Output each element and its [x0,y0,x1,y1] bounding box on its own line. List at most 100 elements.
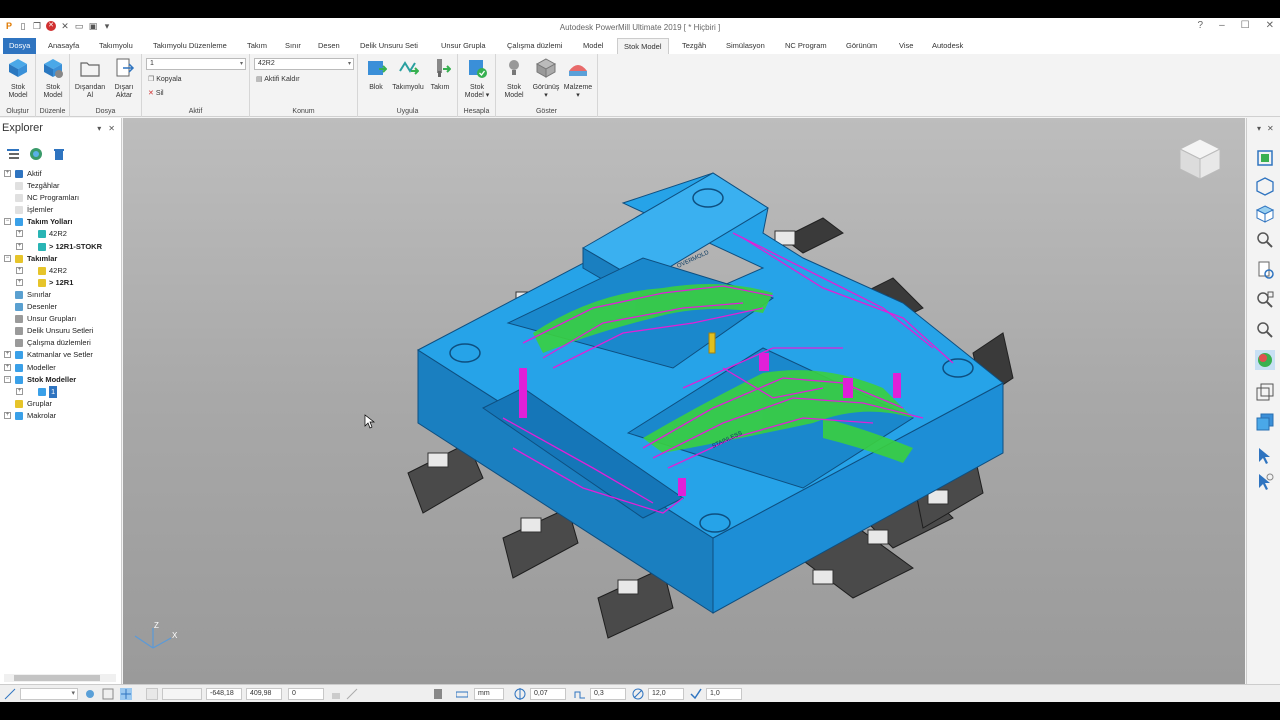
lock-icon[interactable] [330,688,342,700]
view-cube-icon[interactable] [1255,204,1275,224]
tree-item[interactable]: + Makrolar [0,410,122,422]
edit-stock-model-button[interactable]: Stok Model [37,57,69,100]
tree-item[interactable]: Gruplar [0,398,122,410]
factor-field[interactable]: 1,0 [706,688,742,700]
scrollbar-thumb[interactable] [14,675,100,681]
mold-model-render[interactable]: OVERMOLD STAINLESS Z X [123,118,1245,684]
import-button[interactable]: Dışarıdan Al [74,57,106,100]
tree-view-icon[interactable] [6,147,20,161]
measure-icon[interactable] [346,688,358,700]
coord-x-field[interactable]: -648,18 [206,688,242,700]
tab-13[interactable]: Simülasyon [720,38,771,54]
tree-expander-icon[interactable]: − [4,218,11,226]
tab-1[interactable]: Anasayfa [42,38,85,54]
tab-17[interactable]: Autodesk [926,38,969,54]
tolerance-field[interactable]: 0,07 [530,688,566,700]
tree-item[interactable]: − Takım Yolları [0,216,122,228]
select-icon[interactable] [1255,446,1275,466]
workplane-icon[interactable] [120,688,132,700]
tree-item[interactable]: + > 12R1 [0,277,122,289]
tab-16[interactable]: Vise [893,38,919,54]
tree-expander-icon[interactable]: + [4,363,11,371]
tree-item[interactable]: NC Programları [0,192,122,204]
stepover-field[interactable]: 0,3 [590,688,626,700]
ruler-icon[interactable] [456,688,468,700]
select-undo-icon[interactable] [1255,472,1275,492]
material-button[interactable]: Malzeme ▾ [562,57,594,100]
tree-expander-icon[interactable]: + [4,411,11,419]
status-blank-field[interactable] [162,688,202,700]
tree-item[interactable]: Desenler [0,301,122,313]
explorer-pin-button[interactable]: ▾ [97,124,101,133]
tree-item[interactable]: Sınırlar [0,289,122,301]
tree-item[interactable]: Unsur Grupları [0,313,122,325]
tree-expander-icon[interactable]: + [16,266,23,274]
zoom-refresh-icon[interactable] [1255,230,1275,250]
status-toggle[interactable] [146,688,158,700]
help-button[interactable]: ? [1198,20,1204,31]
maximize-button[interactable]: ☐ [1241,20,1250,31]
apply-block-button[interactable]: Blok [360,57,392,92]
tab-0[interactable]: Dosya [3,38,37,54]
tree-item[interactable]: Delik Unsuru Setleri [0,325,122,337]
tree-item[interactable]: +42R2 [0,265,122,277]
view-cube[interactable] [1175,134,1225,184]
3d-viewport[interactable]: OVERMOLD STAINLESS Z X [123,118,1245,684]
grid-icon[interactable] [102,688,114,700]
view-toolbar-close[interactable]: ✕ [1267,124,1274,133]
close-button[interactable]: ✕ [1266,20,1274,31]
trash-icon[interactable] [52,147,66,161]
tree-item[interactable]: − Takımlar [0,253,122,265]
apply-tool-button[interactable]: Takım [424,57,456,92]
zoom-box-icon[interactable] [1255,290,1275,310]
active-stock-select[interactable]: 1 ▾ [146,58,246,70]
tree-item[interactable]: +1 [0,385,122,398]
tab-8[interactable]: Unsur Grupla [435,38,492,54]
diameter-field[interactable]: 12,0 [648,688,684,700]
delete-button[interactable]: ✕ Sil [148,89,164,97]
tab-14[interactable]: NC Program [779,38,833,54]
deactivate-button[interactable]: ▤ Aktifi Kaldır [256,75,300,83]
tree-expander-icon[interactable]: + [4,351,11,359]
diameter-icon[interactable] [632,688,644,700]
view-iso-icon[interactable] [1255,176,1275,196]
tab-15[interactable]: Görünüm [840,38,883,54]
zoom-icon[interactable] [1255,320,1275,340]
tree-item[interactable]: Tezgâhlar [0,180,122,192]
stepover-icon[interactable] [574,688,586,700]
status-combo[interactable]: ▾ [20,688,78,700]
tab-7[interactable]: Delik Unsuru Seti [354,38,424,54]
explorer-horizontal-scrollbar[interactable] [4,674,116,682]
show-stock-button[interactable]: Stok Model [498,57,530,100]
snap-icon[interactable] [84,688,96,700]
copy-button[interactable]: ❐ Kopyala [148,75,182,83]
calculator-icon[interactable] [432,688,444,700]
tree-expander-icon[interactable]: + [16,387,23,395]
coord-y-field[interactable]: 409,98 [246,688,282,700]
view-toolbar-pin[interactable]: ▾ [1257,124,1261,133]
position-select[interactable]: 42R2 ▾ [254,58,354,70]
minimize-button[interactable]: – [1219,20,1225,31]
units-field[interactable]: mm [474,688,504,700]
appearance-button[interactable]: Görünüş ▾ [530,57,562,100]
tab-4[interactable]: Takım [241,38,273,54]
tree-expander-icon[interactable]: + [16,242,23,250]
tab-9[interactable]: Çalışma düzlemi [501,38,568,54]
tree-item[interactable]: + Modeller [0,362,122,374]
tree-item[interactable]: Çalışma düzlemleri [0,337,122,349]
checkmark-icon[interactable] [690,688,702,700]
draw-icon[interactable] [4,688,16,700]
solid-cube-icon[interactable] [1255,412,1275,432]
coord-z-field[interactable]: 0 [288,688,324,700]
export-button[interactable]: Dışarı Aktar [108,57,140,100]
tree-expander-icon[interactable]: + [16,278,23,286]
tree-expander-icon[interactable]: − [4,375,11,383]
tab-3[interactable]: Takımyolu Düzenleme [147,38,233,54]
view-front-icon[interactable] [1255,148,1275,168]
tab-10[interactable]: Model [577,38,609,54]
apply-toolpath-button[interactable]: Takımyolu [392,57,424,92]
tab-5[interactable]: Sınır [279,38,307,54]
create-stock-model-button[interactable]: Stok Model [2,57,34,100]
globe-icon[interactable] [29,147,43,161]
tab-12[interactable]: Tezgâh [676,38,712,54]
